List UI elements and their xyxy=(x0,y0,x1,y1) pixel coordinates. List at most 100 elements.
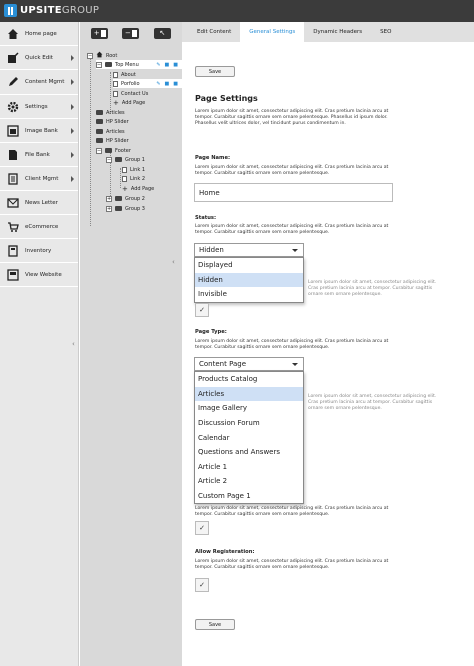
sidebar-item-label: Content Mgmt xyxy=(25,79,65,85)
save-button[interactable]: Save xyxy=(195,66,235,77)
tree-item-add-page[interactable]: + Add Page xyxy=(122,184,154,193)
document-icon xyxy=(100,29,106,37)
collapse-toggle-icon[interactable]: − xyxy=(106,156,112,163)
page-type-option[interactable]: Article 2 xyxy=(195,474,303,489)
tree-item-contact-us[interactable]: Contact Us xyxy=(113,89,148,98)
edit-icon[interactable]: ✎ xyxy=(156,81,160,87)
expand-arrow-icon xyxy=(71,176,74,182)
move-icon: ↖ xyxy=(159,29,166,37)
sidebar-item-news-letter[interactable]: News Letter xyxy=(0,191,78,215)
add-page-button[interactable]: + xyxy=(91,27,109,39)
tab-seo[interactable]: SEO xyxy=(371,22,400,42)
sidebar: Home page Quick Edit Content Mgmt Settin… xyxy=(0,22,79,666)
sidebar-item-label: eCommerce xyxy=(25,223,59,230)
status-option-displayed[interactable]: Displayed xyxy=(195,258,303,273)
tab-label: General Settings xyxy=(249,29,296,35)
tree-item-footer[interactable]: − Footer xyxy=(96,146,131,155)
logo[interactable]: UPSITEGROUP xyxy=(4,4,99,17)
page-type-checkbox[interactable]: ✓ xyxy=(195,521,209,535)
page-type-label: Page Type: xyxy=(195,329,227,335)
sidebar-item-label: News Letter xyxy=(25,199,58,206)
move-page-button[interactable]: ↖ xyxy=(153,27,171,39)
tree-item-link-1[interactable]: Link 1 xyxy=(122,165,145,174)
page-type-option[interactable]: Discussion Forum xyxy=(195,416,303,431)
status-option-invisible[interactable]: Invisible xyxy=(195,287,303,302)
tree-item-label: Add Page xyxy=(130,185,155,192)
allow-registration-checkbox[interactable]: ✓ xyxy=(195,578,209,592)
status-select[interactable]: Hidden xyxy=(194,243,304,257)
collapse-sidebar-icon[interactable]: ‹ xyxy=(72,340,75,348)
page-type-dropdown: Products Catalog Articles Image Gallery … xyxy=(194,371,304,505)
tree-item-root[interactable]: − Root xyxy=(87,51,117,60)
page-name-input[interactable]: Home xyxy=(194,183,393,202)
page-type-select[interactable]: Content Page xyxy=(194,357,304,371)
tree-item-hp-slider[interactable]: HP Slider xyxy=(96,136,129,145)
sidebar-item-label: Quick Edit xyxy=(25,54,53,61)
tree-item-label: Link 1 xyxy=(130,166,146,173)
sidebar-item-file-bank[interactable]: File Bank xyxy=(0,143,78,167)
tree-item-group-2[interactable]: + Group 2 xyxy=(106,194,145,203)
intro-text: Lorem ipsum dolor sit amet, consectetur … xyxy=(195,109,389,126)
tree-item-label: Articles xyxy=(106,109,125,116)
sidebar-item-label: File Bank xyxy=(25,151,50,158)
collapse-tree-icon[interactable]: ‹ xyxy=(172,258,175,266)
page-type-option[interactable]: Articles xyxy=(195,386,303,402)
sidebar-item-content-mgmt[interactable]: Content Mgmt xyxy=(0,70,78,95)
settings-icon[interactable]: ■ xyxy=(165,62,170,68)
status-option-hidden[interactable]: Hidden xyxy=(195,272,303,288)
tree-item-hp-slider[interactable]: HP Slider xyxy=(96,117,129,126)
edit-icon[interactable]: ✎ xyxy=(156,62,160,68)
status-checkbox[interactable]: ✓ xyxy=(195,303,209,317)
tree-item-top-menu[interactable]: − Top Menu ✎ ■ ■ xyxy=(96,60,182,69)
tree-item-group-3[interactable]: + Group 3 xyxy=(106,204,145,213)
tree-item-link-2[interactable]: Link 2 xyxy=(122,174,145,183)
sidebar-item-label: Client Mgmt xyxy=(25,175,59,182)
sidebar-item-settings[interactable]: Settings xyxy=(0,95,78,119)
tab-edit-content[interactable]: Edit Content xyxy=(188,22,240,42)
page-type-option[interactable]: Article 1 xyxy=(195,460,303,475)
sidebar-item-home[interactable]: Home page xyxy=(0,22,78,46)
page-type-option[interactable]: Calendar xyxy=(195,430,303,445)
page-icon xyxy=(122,175,127,182)
tree-item-articles[interactable]: Articles xyxy=(96,127,125,136)
tree-connector xyxy=(120,168,121,188)
collapse-toggle-icon[interactable]: − xyxy=(96,147,102,154)
collapse-toggle-icon[interactable]: − xyxy=(87,52,93,59)
sidebar-item-ecommerce[interactable]: eCommerce xyxy=(0,215,78,239)
sidebar-item-quick-edit[interactable]: Quick Edit xyxy=(0,46,78,70)
page-type-option[interactable]: Custom Page 1 xyxy=(195,489,303,504)
page-icon xyxy=(113,71,118,78)
sidebar-item-client-mgmt[interactable]: Client Mgmt xyxy=(0,167,78,191)
tree-item-label: HP Slider xyxy=(106,137,129,144)
tree-toolbar: + − ↖ xyxy=(80,22,182,44)
sidebar-item-view-website[interactable]: View Website xyxy=(0,263,78,287)
sidebar-item-image-bank[interactable]: Image Bank xyxy=(0,119,78,143)
tree-item-label: Root xyxy=(106,52,118,59)
page-type-option[interactable]: Questions and Answers xyxy=(195,445,303,460)
tree-item-articles[interactable]: Articles xyxy=(96,108,125,117)
page-icon xyxy=(113,90,118,97)
tab-label: SEO xyxy=(380,29,392,35)
tab-dynamic-headers[interactable]: Dynamic Headers xyxy=(304,22,371,42)
tree-item-group-1[interactable]: − Group 1 xyxy=(106,155,145,164)
tab-label: Dynamic Headers xyxy=(313,29,363,35)
settings-icon[interactable]: ■ xyxy=(165,81,170,87)
page-type-option[interactable]: Image Gallery xyxy=(195,401,303,416)
tree-item-add-page[interactable]: + Add Page xyxy=(113,98,145,107)
sidebar-item-label: Home page xyxy=(25,30,57,37)
collapse-toggle-icon[interactable]: − xyxy=(96,61,102,68)
save-button-bottom[interactable]: Save xyxy=(195,619,235,630)
expand-toggle-icon[interactable]: + xyxy=(106,205,112,212)
remove-page-button[interactable]: − xyxy=(122,27,140,39)
tree-item-porfolio[interactable]: Porfolio ✎ ■ ■ xyxy=(113,79,182,88)
page-type-option[interactable]: Products Catalog xyxy=(195,372,303,387)
plus-icon: + xyxy=(122,184,128,193)
logo-icon xyxy=(4,4,17,17)
delete-icon[interactable]: ■ xyxy=(173,81,178,87)
tab-general-settings[interactable]: General Settings xyxy=(240,22,305,42)
expand-toggle-icon[interactable]: + xyxy=(106,195,112,202)
folder-icon xyxy=(115,157,122,162)
sidebar-item-inventory[interactable]: Inventory xyxy=(0,239,78,263)
tree-item-about[interactable]: About xyxy=(113,70,136,79)
delete-icon[interactable]: ■ xyxy=(173,62,178,68)
